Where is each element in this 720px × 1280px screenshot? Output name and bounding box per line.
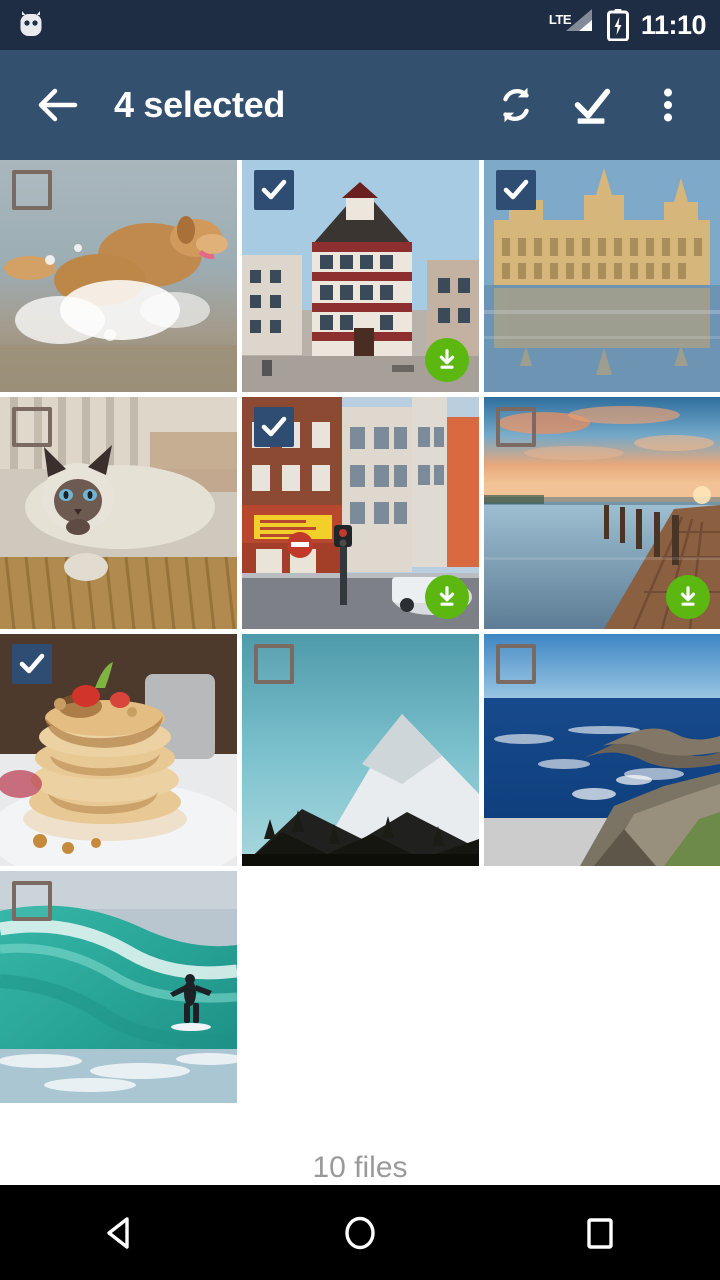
- grid-item-4[interactable]: [242, 397, 479, 629]
- selection-checkbox[interactable]: [12, 881, 52, 921]
- toolbar-actions: [478, 67, 720, 143]
- selection-checkbox[interactable]: [12, 644, 52, 684]
- download-badge[interactable]: [425, 338, 469, 382]
- network-status: LTE: [549, 8, 595, 40]
- action-mode-toolbar: 4 selected: [0, 50, 720, 160]
- page-title: 4 selected: [114, 84, 286, 125]
- grid-item-1[interactable]: [242, 160, 479, 392]
- nav-home-icon[interactable]: [305, 1185, 415, 1280]
- grid-item-3[interactable]: [0, 397, 237, 629]
- selection-checkbox[interactable]: [496, 170, 536, 210]
- android-robot-icon: [14, 8, 48, 42]
- nav-recents-icon[interactable]: [545, 1185, 655, 1280]
- selection-checkbox[interactable]: [12, 170, 52, 210]
- arrow-back-icon[interactable]: [22, 70, 92, 140]
- file-count-label: 10 files: [312, 1151, 408, 1184]
- selection-checkbox[interactable]: [254, 170, 294, 210]
- status-clock: 11:10: [640, 9, 707, 40]
- select-all-icon[interactable]: [554, 67, 630, 143]
- grid-item-0[interactable]: [0, 160, 237, 392]
- battery-charging-icon: [606, 9, 629, 42]
- status-bar: LTE 11:10: [0, 0, 720, 50]
- nav-back-icon[interactable]: [65, 1185, 175, 1280]
- selection-checkbox[interactable]: [496, 407, 536, 447]
- selection-checkbox[interactable]: [12, 407, 52, 447]
- download-badge[interactable]: [666, 575, 710, 619]
- grid-item-6[interactable]: [0, 634, 237, 866]
- selection-checkbox[interactable]: [496, 644, 536, 684]
- download-badge[interactable]: [425, 575, 469, 619]
- system-nav-bar: [0, 1185, 720, 1280]
- grid-item-9[interactable]: [0, 871, 237, 1103]
- grid-item-5[interactable]: [484, 397, 720, 629]
- grid-item-2[interactable]: [484, 160, 720, 392]
- sync-icon[interactable]: [478, 67, 554, 143]
- signal-triangle-icon: [563, 8, 593, 37]
- selection-checkbox[interactable]: [254, 407, 294, 447]
- media-grid: [0, 160, 720, 1185]
- grid-item-7[interactable]: [242, 634, 479, 866]
- selection-checkbox[interactable]: [254, 644, 294, 684]
- overflow-menu-icon[interactable]: [630, 67, 706, 143]
- status-indicators: LTE 11:10: [549, 8, 707, 42]
- grid-item-8[interactable]: [484, 634, 720, 866]
